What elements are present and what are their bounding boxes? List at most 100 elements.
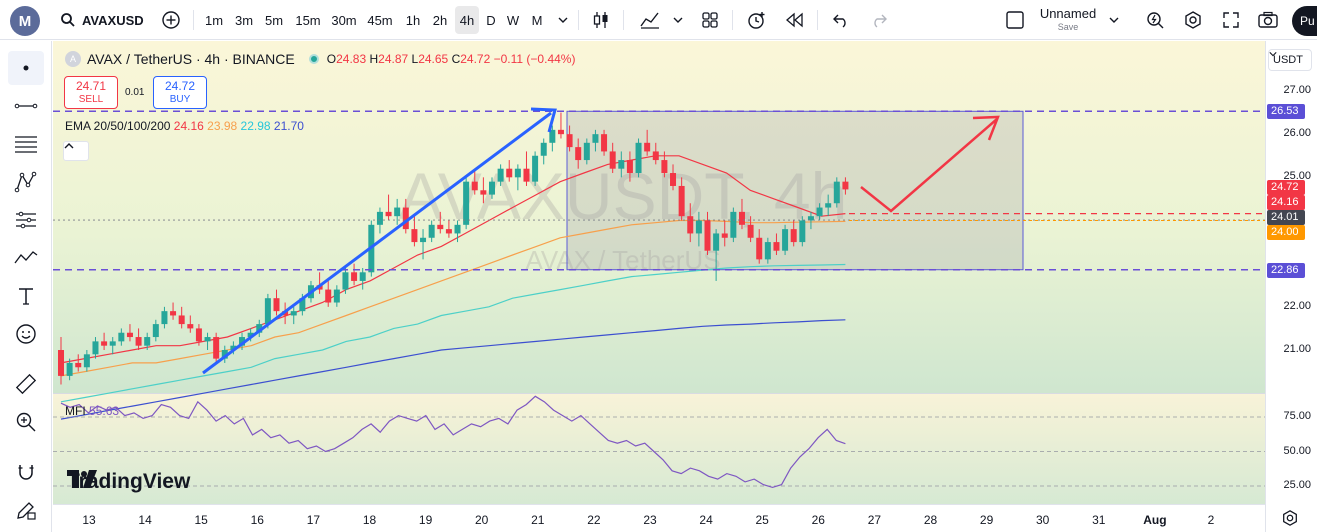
time-tick-label: 31 (1092, 513, 1106, 527)
compare-symbol-button[interactable] (158, 6, 184, 34)
camera-icon (1258, 11, 1278, 28)
interval-D[interactable]: D (482, 6, 500, 34)
pencil-lock-icon (17, 502, 36, 520)
undo-button[interactable] (828, 6, 854, 34)
time-tick-label: Aug (1143, 513, 1167, 527)
interval-1m[interactable]: 1m (203, 6, 225, 34)
magnet-tool[interactable] (8, 455, 44, 489)
snapshot-button[interactable] (1255, 6, 1281, 34)
redo-button[interactable] (866, 6, 892, 34)
close-value: 24.72 (460, 52, 491, 66)
emoji-tool[interactable] (8, 317, 44, 351)
time-tick-label: 27 (867, 513, 882, 527)
time-tick-label: 28 (923, 513, 938, 527)
chevron-down-icon (673, 17, 683, 23)
ohlc-values: O24.83 H24.87 L24.65 C24.72 −0.11 (−0.44… (327, 52, 576, 66)
pattern-icon (14, 171, 37, 193)
ema-label: EMA 20/50/100/200 (65, 119, 171, 133)
time-tick-label: 18 (362, 513, 377, 527)
high-label: H (369, 52, 379, 66)
measure-tool[interactable] (8, 367, 44, 401)
range-box[interactable] (566, 110, 1024, 271)
cursor-tool[interactable] (8, 51, 44, 85)
interval-3m[interactable]: 3m (231, 6, 257, 34)
indicators-icon (640, 12, 659, 29)
interval-W[interactable]: W (502, 6, 524, 34)
undo-icon (833, 14, 846, 28)
interval-2h[interactable]: 2h (428, 6, 452, 34)
separator (623, 10, 624, 30)
currency-select[interactable]: USDT (1268, 49, 1312, 71)
interval-15m[interactable]: 15m (293, 6, 323, 34)
buy-label: BUY (169, 94, 191, 105)
text-tool[interactable] (8, 279, 44, 313)
interval-dropdown[interactable] (556, 6, 570, 34)
interval-30m[interactable]: 30m (329, 6, 359, 34)
symbol-search-button[interactable]: AVAXUSD (60, 6, 144, 34)
pattern-tool[interactable] (8, 165, 44, 199)
interval-5m[interactable]: 5m (261, 6, 287, 34)
ema100-value: 22.98 (240, 119, 271, 133)
lock-drawings-tool[interactable] (8, 493, 44, 527)
candle (463, 177, 470, 230)
interval-45m[interactable]: 45m (365, 6, 395, 34)
price-tag: 24.00 (1267, 225, 1305, 240)
separator (817, 10, 818, 30)
layout-name-button[interactable]: Unnamed Save (1036, 6, 1100, 33)
trend-line-tool[interactable] (8, 89, 44, 123)
interval-4h[interactable]: 4h (455, 6, 479, 34)
layout-dropdown[interactable] (1106, 6, 1122, 34)
settings-button[interactable] (1180, 6, 1206, 34)
price-tick-label: 21.00 (1283, 343, 1311, 355)
buy-button[interactable]: 24.72 BUY (153, 76, 207, 109)
grid-layout-icon (702, 12, 718, 28)
price-tag: 24.72 (1267, 180, 1305, 195)
mfi-tick-label: 75.00 (1283, 410, 1311, 422)
layout-button[interactable] (697, 6, 723, 34)
top-toolbar: M AVAXUSD 1m 3m 5m 15m 30m 45m 1h 2h 4h D W M (0, 0, 1317, 40)
collapse-legend-button[interactable] (63, 141, 89, 161)
mfi-tick-label: 25.00 (1283, 479, 1311, 491)
symbol-title[interactable]: AVAX / TetherUS · 4h · BINANCE (87, 51, 295, 67)
time-tick-label: 14 (138, 513, 152, 527)
layout-save-status: Save (1057, 22, 1079, 32)
interval-1h[interactable]: 1h (402, 6, 424, 34)
quick-search-button[interactable] (1142, 6, 1168, 34)
replay-button[interactable] (782, 6, 808, 34)
indicators-dropdown[interactable] (670, 6, 686, 34)
app-logo[interactable]: M (10, 6, 40, 36)
brush-tool[interactable] (8, 241, 44, 275)
market-status-icon[interactable] (308, 54, 319, 64)
fib-tool[interactable] (8, 127, 44, 161)
time-axis[interactable]: 13 14 15 16 17 18 19 20 21 22 23 24 25 26 27 28 29 30 31 Au… (53, 504, 1265, 532)
indicators-button[interactable] (636, 6, 664, 34)
fullscreen-button[interactable] (1218, 6, 1244, 34)
alert-button[interactable] (743, 6, 771, 34)
fib-retracement-icon (15, 136, 37, 153)
buy-price: 24.72 (164, 79, 196, 93)
chart-type-button[interactable] (588, 6, 614, 34)
layout-select-checkbox[interactable] (1002, 6, 1028, 34)
ema-legend[interactable]: EMA 20/50/100/200 24.16 23.98 22.98 21.7… (65, 119, 304, 133)
open-value: 24.83 (336, 52, 367, 66)
time-tick-label: 17 (306, 513, 321, 527)
publish-button[interactable]: Pu (1292, 6, 1317, 36)
price-chart-canvas[interactable]: AVAXUSDT, 4h AVAX / TetherUS (53, 41, 1265, 504)
chart-pane[interactable]: AVAXUSDT, 4h AVAX / TetherUS A AVAX / Te… (53, 41, 1317, 532)
spread-value: 0.01 (125, 87, 145, 98)
tradingview-logo[interactable]: TradingView (67, 470, 190, 494)
price-tick-label: 27.00 (1283, 84, 1311, 96)
time-tick-label: 13 (82, 513, 96, 527)
time-tick-label: 25 (755, 513, 769, 527)
price-axis[interactable]: 27.00 26.00 25.00 22.00 21.00 26.53 24.72 24.16… (1265, 41, 1317, 532)
forecast-tool[interactable] (8, 203, 44, 237)
mfi-legend[interactable]: MFI 55.63 (65, 404, 119, 418)
square-icon (1006, 11, 1024, 29)
zoom-tool[interactable] (8, 405, 44, 439)
interval-M[interactable]: M (526, 6, 548, 34)
magnet-icon (18, 465, 34, 480)
sell-button[interactable]: 24.71 SELL (64, 76, 118, 109)
symbol-legend: A AVAX / TetherUS · 4h · BINANCE O24.83 … (65, 51, 575, 67)
time-tick-label: 30 (1036, 513, 1050, 527)
chevron-down-icon (1109, 17, 1119, 23)
